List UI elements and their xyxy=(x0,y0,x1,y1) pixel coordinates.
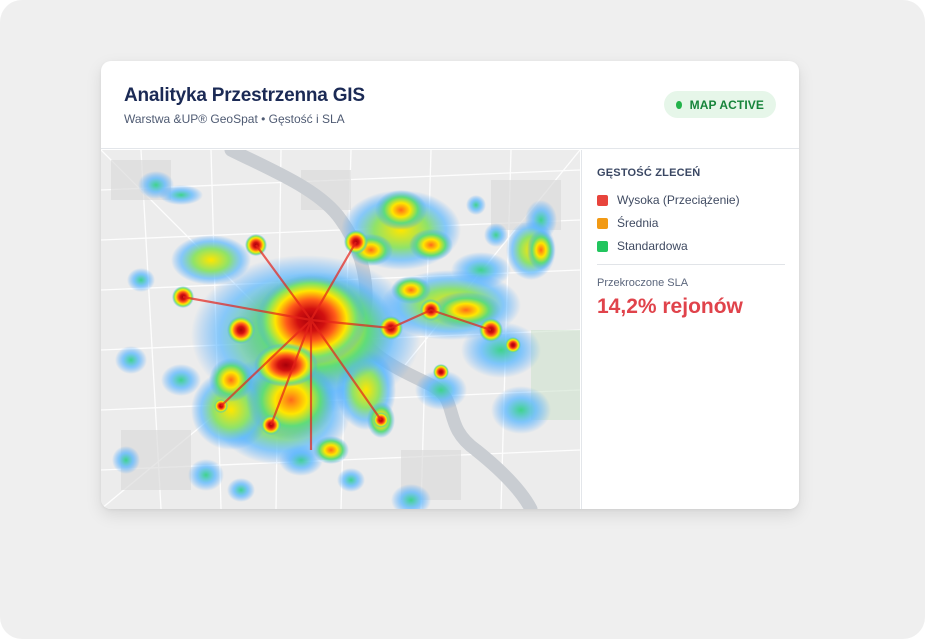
legend-title: GĘSTOŚĆ ZLECEŃ xyxy=(597,167,701,179)
sla-label: Przekroczone SLA xyxy=(597,277,689,289)
legend-label-medium: Średnia xyxy=(617,216,659,230)
heatmap-map[interactable] xyxy=(101,150,580,509)
legend-panel: GĘSTOŚĆ ZLECEŃ Wysoka (Przeciążenie) Śre… xyxy=(581,150,799,509)
legend-item-high: Wysoka (Przeciążenie) xyxy=(597,192,740,208)
gis-analytics-card: Analityka Przestrzenna GIS Warstwa &UP® … xyxy=(101,61,799,509)
page-title: Analityka Przestrzenna GIS xyxy=(124,85,365,106)
page-background: Analityka Przestrzenna GIS Warstwa &UP® … xyxy=(0,0,925,639)
legend-divider xyxy=(597,264,785,265)
card-header: Analityka Przestrzenna GIS Warstwa &UP® … xyxy=(101,61,799,149)
status-dot-icon xyxy=(676,100,682,109)
status-label: MAP ACTIVE xyxy=(689,97,764,112)
legend-swatch-standard xyxy=(597,240,608,252)
legend-swatch-medium xyxy=(597,217,608,229)
legend-item-standard: Standardowa xyxy=(597,238,688,254)
sla-value: 14,2% rejonów xyxy=(597,295,743,318)
legend-label-standard: Standardowa xyxy=(617,239,688,253)
map-canvas[interactable] xyxy=(101,150,580,509)
map-status-badge: MAP ACTIVE xyxy=(664,91,776,118)
legend-label-high: Wysoka (Przeciążenie) xyxy=(617,193,740,207)
legend-item-medium: Średnia xyxy=(597,215,658,231)
legend-swatch-high xyxy=(597,194,608,206)
page-subtitle: Warstwa &UP® GeoSpat • Gęstość i SLA xyxy=(124,112,345,126)
